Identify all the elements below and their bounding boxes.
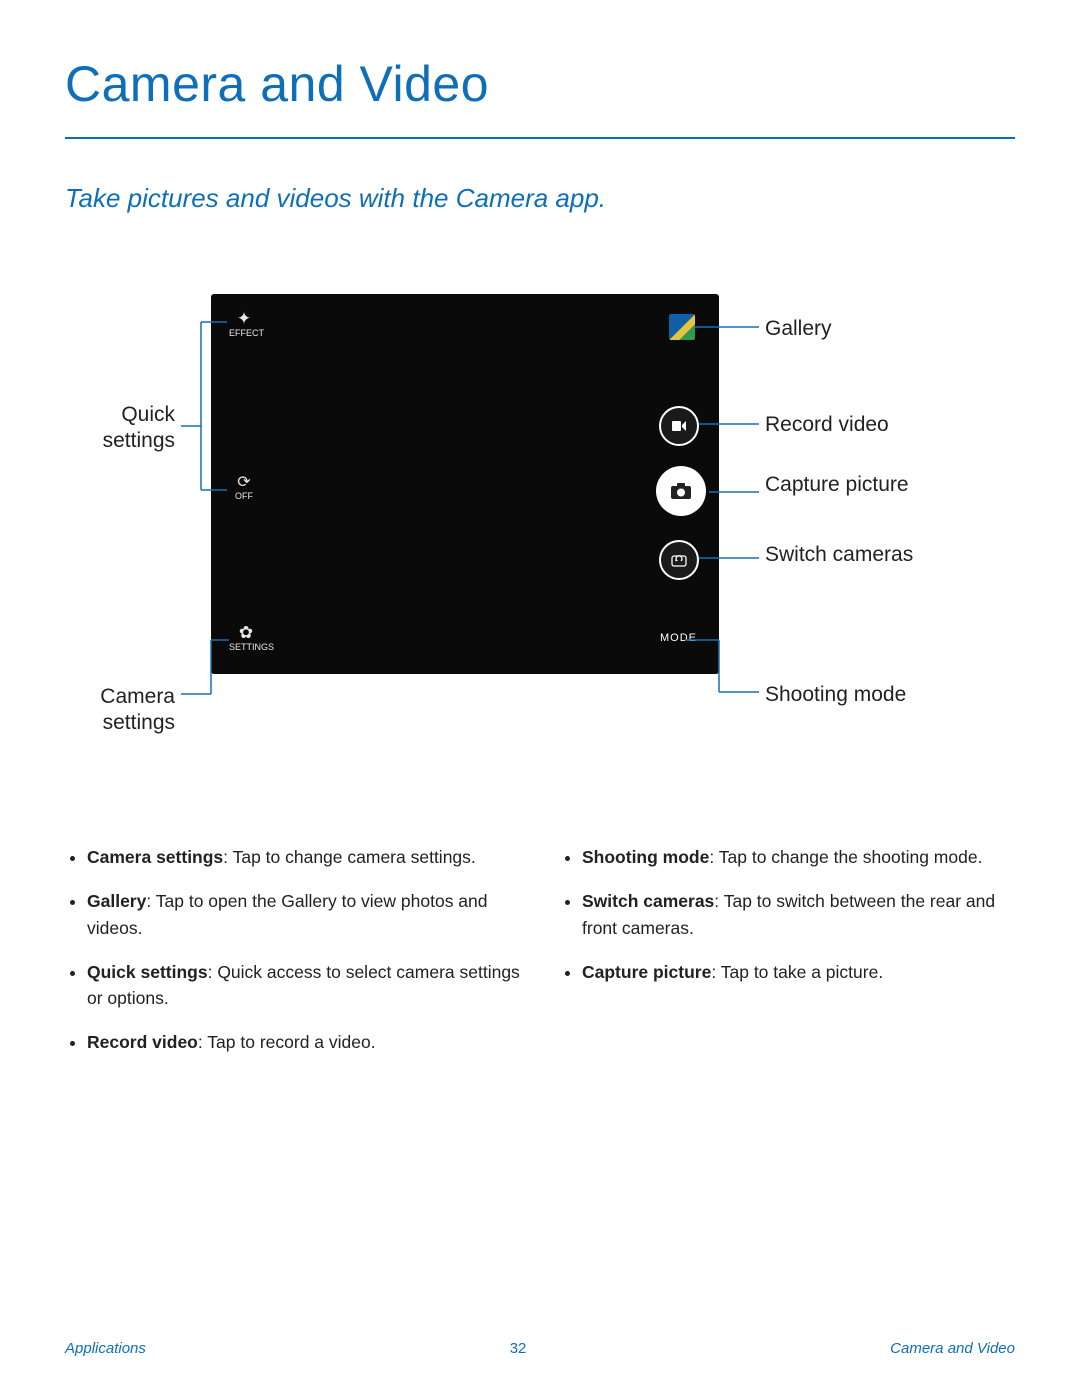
- effect-label: EFFECT: [229, 328, 264, 338]
- list-item: Switch cameras: Tap to switch between th…: [582, 888, 1015, 941]
- page-footer: Applications 32 Camera and Video: [65, 1340, 1015, 1357]
- callout-gallery: Gallery: [765, 316, 832, 342]
- page-number: 32: [510, 1340, 527, 1357]
- callout-switch-cameras: Switch cameras: [765, 542, 913, 568]
- callout-capture-picture: Capture picture: [765, 472, 909, 498]
- settings-icon[interactable]: ✿SETTINGS: [229, 624, 263, 653]
- bullet-list-right: Shooting mode: Tap to change the shootin…: [560, 844, 1015, 1074]
- effect-icon[interactable]: ✦EFFECT: [229, 310, 259, 339]
- page-title: Camera and Video: [65, 55, 1015, 113]
- timer-icon[interactable]: ⟳OFF: [229, 474, 259, 501]
- mode-label[interactable]: MODE: [660, 632, 697, 644]
- callout-camera-settings: Camera settings: [55, 684, 175, 737]
- list-item: Camera settings: Tap to change camera se…: [87, 844, 520, 870]
- bullet-list-left: Camera settings: Tap to change camera se…: [65, 844, 520, 1074]
- switch-cameras-button[interactable]: [659, 540, 699, 580]
- bullet-columns: Camera settings: Tap to change camera se…: [65, 844, 1015, 1074]
- timer-label: OFF: [235, 491, 253, 501]
- footer-section-right: Camera and Video: [890, 1340, 1015, 1357]
- callout-quick-settings: Quick settings: [55, 402, 175, 455]
- camera-viewfinder: ✦EFFECT ⟳OFF ✿SETTINGS MODE: [211, 294, 719, 674]
- callout-record-video: Record video: [765, 412, 889, 438]
- list-item: Shooting mode: Tap to change the shootin…: [582, 844, 1015, 870]
- record-video-button[interactable]: [659, 406, 699, 446]
- divider: [65, 137, 1015, 139]
- list-item: Quick settings: Quick access to select c…: [87, 959, 520, 1012]
- footer-section-left: Applications: [65, 1340, 146, 1357]
- list-item: Gallery: Tap to open the Gallery to view…: [87, 888, 520, 941]
- callout-shooting-mode: Shooting mode: [765, 682, 906, 708]
- capture-picture-button[interactable]: [656, 466, 706, 516]
- list-item: Capture picture: Tap to take a picture.: [582, 959, 1015, 985]
- settings-label: SETTINGS: [229, 642, 274, 652]
- gallery-thumbnail[interactable]: [669, 314, 695, 340]
- camera-figure: Quick settings Camera settings Gallery R…: [65, 294, 1015, 754]
- list-item: Record video: Tap to record a video.: [87, 1029, 520, 1055]
- page-subhead: Take pictures and videos with the Camera…: [65, 183, 1015, 214]
